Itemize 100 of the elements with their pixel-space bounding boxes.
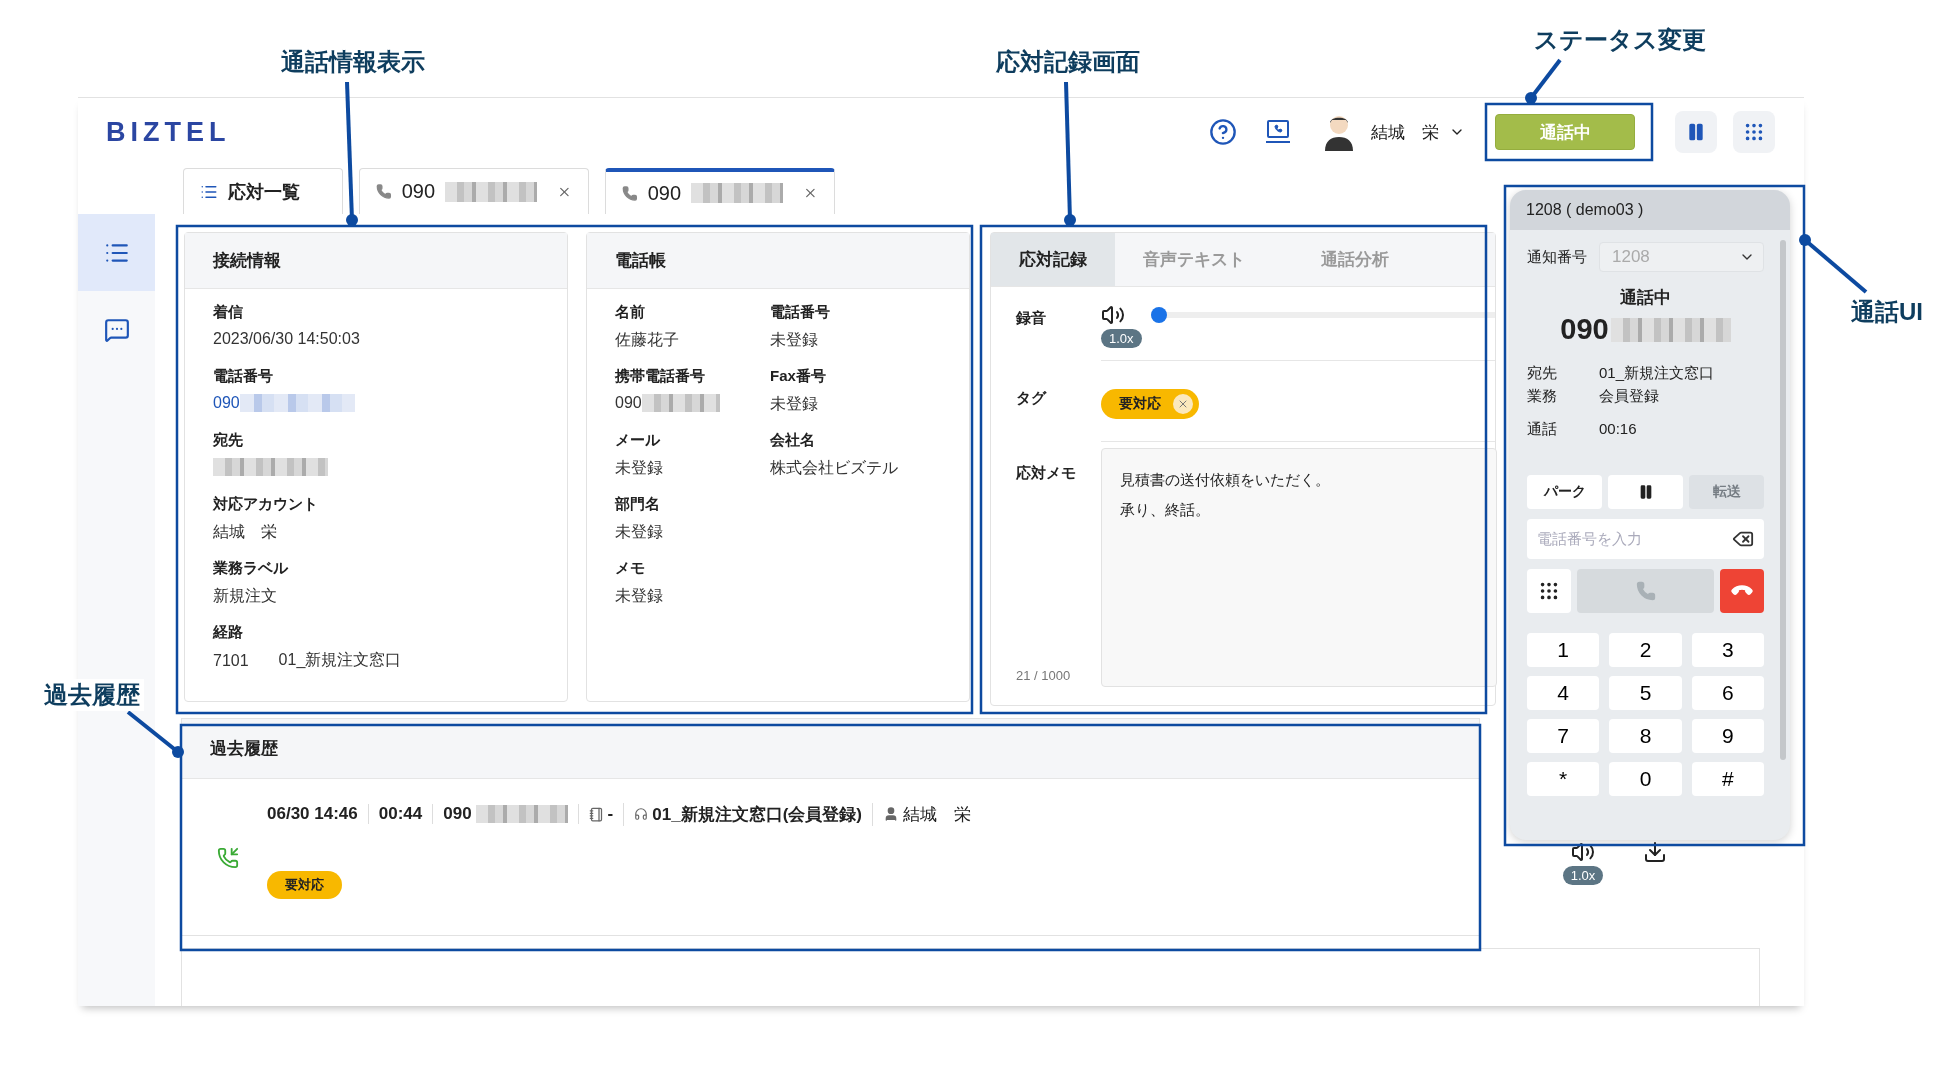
park-button[interactable]: パーク bbox=[1527, 475, 1602, 509]
memo-field[interactable]: 見積書の送付依頼をいただく。 承り、終話。 bbox=[1101, 448, 1497, 687]
field-value: 株式会社ビズテル bbox=[770, 458, 898, 478]
field-label: 通話 bbox=[1527, 420, 1558, 439]
apps-grid-button[interactable] bbox=[1733, 111, 1775, 153]
download-icon[interactable] bbox=[1643, 840, 1668, 864]
field-value: 新規注文 bbox=[213, 586, 277, 606]
field-label: 録音 bbox=[1016, 308, 1047, 328]
pause-button[interactable] bbox=[1675, 111, 1717, 153]
field-label: 業務 bbox=[1527, 387, 1558, 406]
incoming-call-icon bbox=[217, 847, 239, 869]
phone-screen-icon[interactable] bbox=[1265, 119, 1291, 145]
field-value: 2023/06/30 14:50:03 bbox=[213, 330, 360, 348]
field-label: 経路 bbox=[213, 623, 244, 642]
field-value: 未登録 bbox=[615, 586, 663, 606]
phonebook-entry: - bbox=[607, 804, 614, 824]
keypad-button[interactable] bbox=[1527, 569, 1571, 613]
field-label: 名前 bbox=[615, 303, 646, 322]
field-label: 宛先 bbox=[213, 431, 244, 450]
keypad-key[interactable]: 7 bbox=[1527, 719, 1600, 753]
speaker-icon[interactable] bbox=[1571, 840, 1595, 864]
phonebook-icon bbox=[588, 806, 604, 822]
callout-line bbox=[1799, 234, 1868, 294]
speaker-icon[interactable] bbox=[1101, 303, 1125, 327]
tag: 要対応 bbox=[1101, 389, 1199, 419]
tab[interactable]: 応対一覧 bbox=[183, 168, 343, 214]
card-title: 電話帳 bbox=[615, 250, 666, 272]
slider-thumb[interactable] bbox=[1151, 307, 1167, 323]
field-label: 部門名 bbox=[615, 495, 661, 514]
callout-line bbox=[126, 710, 184, 758]
field-value: 未登録 bbox=[770, 330, 818, 350]
field-value: 00:16 bbox=[1599, 420, 1638, 439]
phone-icon bbox=[1635, 581, 1656, 601]
field-value: 未登録 bbox=[615, 522, 663, 542]
field-label: 電話番号 bbox=[213, 367, 274, 386]
keypad-key[interactable]: 3 bbox=[1691, 633, 1764, 667]
headset-icon bbox=[634, 807, 649, 821]
grid-icon bbox=[1538, 580, 1560, 602]
close-icon[interactable] bbox=[1173, 394, 1193, 414]
keypad-key[interactable]: 9 bbox=[1691, 719, 1764, 753]
keypad-key[interactable]: 2 bbox=[1609, 633, 1682, 667]
keypad-key[interactable]: 0 bbox=[1609, 762, 1682, 796]
field-value: 090 bbox=[615, 394, 642, 412]
character-counter: 21 / 1000 bbox=[1016, 668, 1072, 683]
field-label: 会社名 bbox=[770, 431, 816, 450]
pause-icon bbox=[1686, 122, 1706, 142]
field-value: 01_新規注文窓口 bbox=[1599, 364, 1716, 383]
card-title: 接続情報 bbox=[213, 250, 281, 272]
field-value: 未登録 bbox=[615, 458, 663, 478]
field-label: 着信 bbox=[213, 303, 244, 322]
call-duration: 00:44 bbox=[367, 804, 433, 824]
logo: BIZTEL bbox=[106, 116, 231, 148]
tab[interactable]: 090 bbox=[359, 168, 589, 214]
tab[interactable]: 応対記録 bbox=[991, 233, 1115, 286]
phone-number: 090 bbox=[443, 804, 472, 824]
chat-icon bbox=[103, 316, 130, 343]
field-label: メール bbox=[615, 431, 661, 450]
speed-badge[interactable]: 1.0x bbox=[1101, 329, 1142, 348]
tag: 要対応 bbox=[267, 871, 342, 899]
keypad-key[interactable]: 4 bbox=[1527, 676, 1600, 710]
field-value: 会員登録 bbox=[1599, 387, 1660, 406]
speed-badge[interactable]: 1.0x bbox=[1562, 866, 1604, 885]
phone-number: 090 bbox=[1560, 313, 1609, 346]
field-value: 7101 bbox=[213, 651, 249, 670]
phone-icon bbox=[622, 184, 638, 202]
hang-up-button[interactable] bbox=[1720, 569, 1764, 613]
field-value: 01_新規注文窓口 bbox=[278, 650, 402, 670]
tab[interactable]: 090 bbox=[605, 168, 835, 214]
keypad-key[interactable]: 5 bbox=[1609, 676, 1682, 710]
keypad-key[interactable]: # bbox=[1691, 762, 1764, 796]
field-label: タグ bbox=[1016, 388, 1048, 408]
call-panel-title: 1208 ( demo03 ) bbox=[1510, 190, 1790, 230]
field-value: 結城 栄 bbox=[213, 522, 277, 542]
field-label: 業務ラベル bbox=[213, 559, 289, 578]
field-label: 宛先 bbox=[1527, 364, 1558, 383]
call-status: 通話中 bbox=[1619, 287, 1672, 309]
hold-button[interactable] bbox=[1608, 475, 1683, 509]
help-icon[interactable] bbox=[1209, 118, 1237, 146]
keypad-key[interactable]: 6 bbox=[1691, 676, 1764, 710]
route-name: 01_新規注文窓口(会員登録) bbox=[652, 803, 862, 826]
field-label: 応対メモ bbox=[1016, 464, 1077, 483]
keypad-key[interactable]: 1 bbox=[1527, 633, 1600, 667]
user-name: 結城 栄 bbox=[1371, 121, 1439, 144]
field-label: メモ bbox=[615, 559, 646, 578]
phone-link[interactable]: 090 bbox=[213, 394, 240, 412]
keypad-key[interactable]: * bbox=[1527, 762, 1600, 796]
card-title: 過去履歴 bbox=[210, 738, 278, 760]
field-label: 携帯電話番号 bbox=[615, 367, 706, 386]
field-label: Fax番号 bbox=[770, 367, 827, 386]
field-label: 電話番号 bbox=[770, 303, 831, 322]
keypad-key[interactable]: 8 bbox=[1609, 719, 1682, 753]
call-date: 06/30 14:46 bbox=[267, 804, 359, 824]
phone-icon bbox=[376, 183, 392, 200]
agent-name: 結城 栄 bbox=[902, 803, 971, 826]
field-label: 通知番号 bbox=[1527, 247, 1587, 267]
field-label: 対応アカウント bbox=[213, 495, 319, 514]
grid-icon bbox=[1743, 121, 1765, 143]
callout-line bbox=[1525, 58, 1562, 104]
field-value: 未登録 bbox=[770, 394, 818, 414]
field-value: 佐藤花子 bbox=[615, 330, 679, 350]
